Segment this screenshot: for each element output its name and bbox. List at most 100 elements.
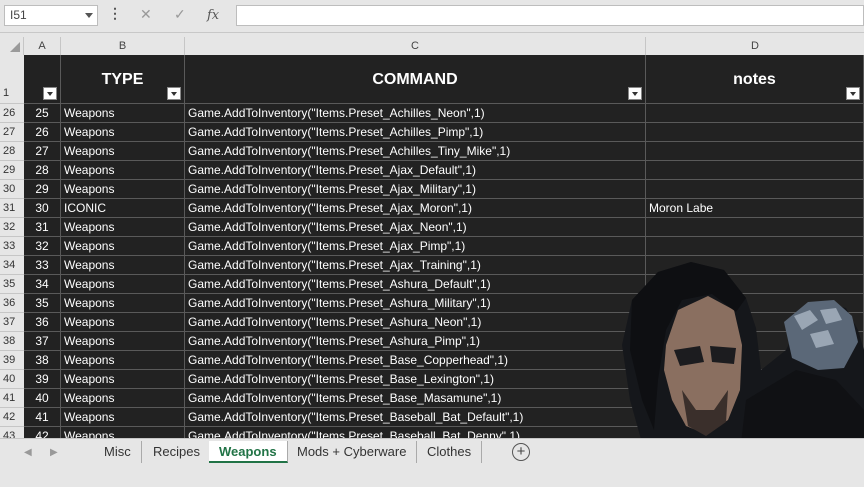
cell-command[interactable]: Game.AddToInventory("Items.Preset_Ajax_D… [185, 161, 646, 180]
row-header[interactable]: 28 [0, 142, 24, 161]
cell-index[interactable]: 33 [24, 256, 61, 275]
cell-index[interactable]: 35 [24, 294, 61, 313]
cell-type[interactable]: Weapons [61, 332, 185, 351]
cell-notes[interactable]: Moron Labe [646, 199, 864, 218]
cell-type[interactable]: Weapons [61, 389, 185, 408]
select-all-button[interactable] [0, 37, 24, 55]
scroll-tabs-right-icon[interactable]: ▶ [50, 447, 58, 458]
cell-type[interactable]: Weapons [61, 123, 185, 142]
sheet-tab[interactable]: Misc [94, 441, 142, 463]
formula-input[interactable] [236, 5, 864, 26]
row-header[interactable]: 27 [0, 123, 24, 142]
cell-command[interactable]: Game.AddToInventory("Items.Preset_Achill… [185, 142, 646, 161]
cell-index[interactable]: 37 [24, 332, 61, 351]
cell-command[interactable]: Game.AddToInventory("Items.Preset_Baseba… [185, 427, 646, 438]
cell-command[interactable]: Game.AddToInventory("Items.Preset_Base_C… [185, 351, 646, 370]
filter-dropdown-icon[interactable] [43, 87, 57, 100]
cell-type[interactable]: Weapons [61, 313, 185, 332]
sheet-tab[interactable]: Clothes [417, 441, 483, 463]
cell-index[interactable]: 42 [24, 427, 61, 438]
more-options-icon[interactable]: ⋮ [108, 5, 122, 22]
cell-index[interactable]: 31 [24, 218, 61, 237]
filter-dropdown-icon[interactable] [167, 87, 181, 100]
column-header-d[interactable]: D [646, 37, 864, 55]
cell-type[interactable]: ICONIC [61, 199, 185, 218]
cell-command[interactable]: Game.AddToInventory("Items.Preset_Ajax_M… [185, 180, 646, 199]
cell-index[interactable]: 41 [24, 408, 61, 427]
cell-type[interactable]: Weapons [61, 408, 185, 427]
cell-index[interactable]: 34 [24, 275, 61, 294]
cell-command[interactable]: Game.AddToInventory("Items.Preset_Achill… [185, 104, 646, 123]
cell-command[interactable]: Game.AddToInventory("Items.Preset_Ajax_P… [185, 237, 646, 256]
sheet-tab[interactable]: Weapons [209, 441, 288, 463]
sheet-tab[interactable]: Recipes [143, 441, 211, 463]
cell-index[interactable]: 32 [24, 237, 61, 256]
scroll-tabs-left-icon[interactable]: ◀ [24, 447, 32, 458]
row-header[interactable]: 37 [0, 313, 24, 332]
sheet-tab[interactable]: Mods + Cyberware [287, 441, 418, 463]
column-header-c[interactable]: C [185, 37, 646, 55]
header-cell-notes[interactable]: notes [646, 55, 864, 104]
cell-index[interactable]: 40 [24, 389, 61, 408]
cell-command[interactable]: Game.AddToInventory("Items.Preset_Baseba… [185, 408, 646, 427]
cell-command[interactable]: Game.AddToInventory("Items.Preset_Base_M… [185, 389, 646, 408]
cell-type[interactable]: Weapons [61, 104, 185, 123]
cell-index[interactable]: 38 [24, 351, 61, 370]
cell-notes[interactable] [646, 142, 864, 161]
row-header[interactable]: 30 [0, 180, 24, 199]
header-cell-type[interactable]: TYPE [61, 55, 185, 104]
cell-command[interactable]: Game.AddToInventory("Items.Preset_Ajax_M… [185, 199, 646, 218]
cell-type[interactable]: Weapons [61, 275, 185, 294]
enter-icon[interactable]: ✓ [174, 6, 186, 23]
cell-command[interactable]: Game.AddToInventory("Items.Preset_Ashura… [185, 332, 646, 351]
column-header-b[interactable]: B [61, 37, 185, 55]
cell-index[interactable]: 26 [24, 123, 61, 142]
row-header[interactable]: 41 [0, 389, 24, 408]
row-header[interactable]: 32 [0, 218, 24, 237]
row-header[interactable]: 38 [0, 332, 24, 351]
cell-type[interactable]: Weapons [61, 180, 185, 199]
cell-index[interactable]: 25 [24, 104, 61, 123]
cell-command[interactable]: Game.AddToInventory("Items.Preset_Ashura… [185, 275, 646, 294]
row-header[interactable]: 33 [0, 237, 24, 256]
cell-index[interactable]: 29 [24, 180, 61, 199]
header-cell-command[interactable]: COMMAND [185, 55, 646, 104]
row-header[interactable]: 26 [0, 104, 24, 123]
cell-type[interactable]: Weapons [61, 370, 185, 389]
cell-index[interactable]: 39 [24, 370, 61, 389]
cell-notes[interactable] [646, 218, 864, 237]
name-box[interactable]: I51 [4, 5, 98, 26]
cell-type[interactable]: Weapons [61, 142, 185, 161]
column-header-a[interactable]: A [24, 37, 61, 55]
cell-command[interactable]: Game.AddToInventory("Items.Preset_Achill… [185, 123, 646, 142]
cell-index[interactable]: 36 [24, 313, 61, 332]
header-cell-a[interactable] [24, 55, 61, 104]
row-header[interactable]: 40 [0, 370, 24, 389]
cell-command[interactable]: Game.AddToInventory("Items.Preset_Ashura… [185, 313, 646, 332]
row-header[interactable]: 35 [0, 275, 24, 294]
cell-notes[interactable] [646, 123, 864, 142]
row-header[interactable]: 36 [0, 294, 24, 313]
cell-type[interactable]: Weapons [61, 256, 185, 275]
cell-command[interactable]: Game.AddToInventory("Items.Preset_Base_L… [185, 370, 646, 389]
cell-index[interactable]: 27 [24, 142, 61, 161]
cell-index[interactable]: 28 [24, 161, 61, 180]
cell-command[interactable]: Game.AddToInventory("Items.Preset_Ajax_N… [185, 218, 646, 237]
row-header[interactable]: 31 [0, 199, 24, 218]
filter-dropdown-icon[interactable] [846, 87, 860, 100]
row-header[interactable]: 42 [0, 408, 24, 427]
chevron-down-icon[interactable] [85, 13, 93, 18]
row-header[interactable]: 1 [0, 55, 24, 104]
cell-command[interactable]: Game.AddToInventory("Items.Preset_Ashura… [185, 294, 646, 313]
filter-dropdown-icon[interactable] [628, 87, 642, 100]
cell-index[interactable]: 30 [24, 199, 61, 218]
cell-type[interactable]: Weapons [61, 237, 185, 256]
cell-notes[interactable] [646, 104, 864, 123]
cell-command[interactable]: Game.AddToInventory("Items.Preset_Ajax_T… [185, 256, 646, 275]
row-header[interactable]: 43 [0, 427, 24, 438]
cell-notes[interactable] [646, 161, 864, 180]
cancel-icon[interactable]: ✕ [140, 6, 152, 23]
row-header[interactable]: 29 [0, 161, 24, 180]
cell-type[interactable]: Weapons [61, 218, 185, 237]
insert-function-icon[interactable]: fx [207, 6, 219, 23]
